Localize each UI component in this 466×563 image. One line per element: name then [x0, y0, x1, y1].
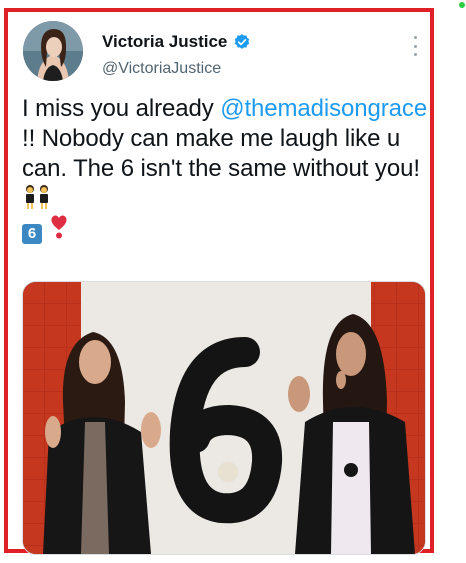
author-name-row[interactable]: Victoria Justice	[102, 32, 251, 52]
mention-link[interactable]: @themadisongrace	[220, 95, 427, 122]
tweet-text: I miss you already @themadisongrace !! N…	[22, 94, 432, 244]
keycap-six-emoji: 6	[22, 224, 42, 244]
tweet-text-part: !! Nobody can make me laugh like u can. …	[22, 125, 420, 182]
tweet-text-part: I miss you already	[22, 95, 221, 122]
dancing-twins-emoji-icon	[22, 185, 52, 212]
tweet-photo[interactable]	[22, 281, 426, 555]
indicator-dot	[459, 2, 465, 8]
avatar[interactable]	[23, 21, 83, 81]
author-handle[interactable]: @VictoriaJustice	[102, 60, 221, 78]
more-options-icon[interactable]	[410, 36, 420, 56]
heart-exclamation-emoji-icon	[49, 215, 69, 242]
verified-badge-icon	[233, 33, 251, 51]
tweet-card: Victoria Justice @VictoriaJustice I miss…	[4, 8, 434, 555]
author-name[interactable]: Victoria Justice	[102, 32, 227, 52]
